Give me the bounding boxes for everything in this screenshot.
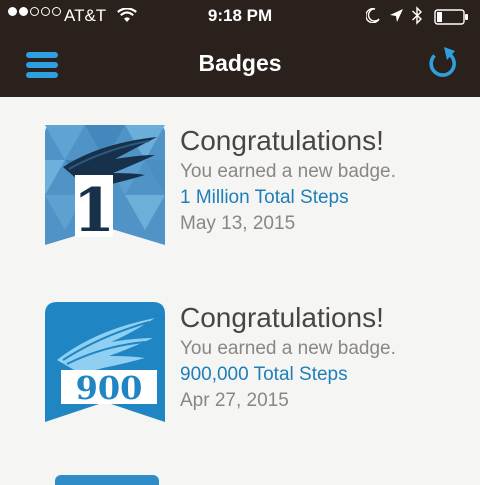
badge-name-link[interactable]: 1 Million Total Steps [180,185,475,211]
top-bar: AT&T 9:18 PM Badges [0,0,480,97]
badge-item-1-million[interactable]: 1 Congratulations! You earned a new badg… [0,125,480,275]
badge-1-million-icon: 1 [45,125,165,246]
do-not-disturb-icon [365,7,380,28]
location-arrow-icon [389,8,404,28]
badge-900k-icon: 900 [45,302,165,422]
page-title: Badges [198,50,282,76]
bluetooth-icon [411,6,423,30]
badge-heading: Congratulations! [180,125,384,156]
status-bar: AT&T 9:18 PM [0,0,480,34]
badge-number-1: 1 [73,176,115,245]
next-badge-preview[interactable] [55,475,159,485]
badge-text-block: Congratulations! You earned a new badge.… [180,125,475,237]
badge-date: May 13, 2015 [180,213,296,234]
battery-icon [434,9,470,30]
badge-date: Apr 27, 2015 [180,390,289,411]
badge-message: You earned a new badge. [180,338,396,359]
status-time: 9:18 PM [207,6,273,25]
badge-text-block: Congratulations! You earned a new badge.… [180,302,475,414]
badge-name-link[interactable]: 900,000 Total Steps [180,362,475,388]
refresh-icon[interactable] [424,46,460,82]
badge-message: You earned a new badge. [180,161,396,182]
badge-item-900k[interactable]: 900 Congratulations! You earned a new ba… [0,302,480,452]
navigation-bar: Badges [0,34,480,97]
badge-heading: Congratulations! [180,302,384,333]
badge-number-900: 900 [76,369,143,407]
